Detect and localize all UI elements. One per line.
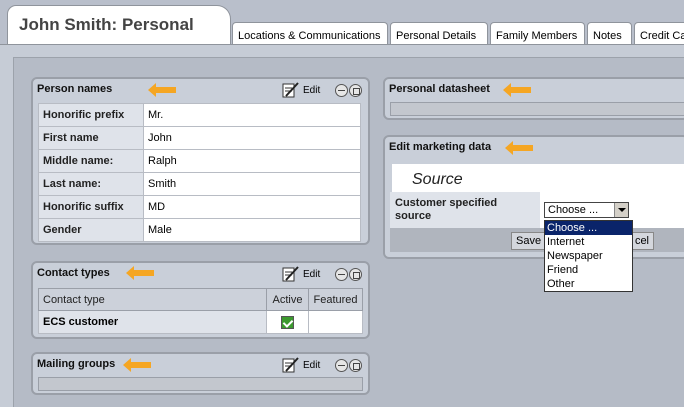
panel-controls: Edit <box>282 357 367 373</box>
edit-button[interactable]: Edit <box>303 269 320 280</box>
arrow-left-icon <box>126 266 154 280</box>
edit-button[interactable]: Edit <box>303 360 320 371</box>
arrow-left-icon <box>123 358 151 372</box>
minimize-icon[interactable] <box>335 359 348 372</box>
panel-title: Personal datasheet <box>389 83 490 95</box>
tab-label: Locations & Communications <box>238 30 381 42</box>
panel-controls: Edit <box>282 82 367 98</box>
field-value: Male <box>143 218 361 242</box>
field-value: John <box>143 126 361 150</box>
column-header: Featured <box>308 288 363 311</box>
panel-title: Person names <box>37 83 113 95</box>
field-value: Smith <box>143 172 361 196</box>
contact-types-table: Contact type Active Featured ECS custome… <box>38 288 363 334</box>
arrow-left-icon <box>148 83 176 97</box>
checkbox-checked-icon[interactable] <box>281 315 294 329</box>
person-names-table: Honorific prefix Mr. First name John Middl… <box>38 103 361 242</box>
source-dropdown-list: Choose ... Internet Newspaper Friend Oth… <box>544 220 633 292</box>
table-row: Last name: Smith <box>38 172 361 196</box>
panel-controls: Edit <box>282 266 367 282</box>
dropdown-option[interactable]: Other <box>545 277 632 291</box>
mailing-groups-empty-row <box>38 377 363 391</box>
tab-locations[interactable]: Locations & Communications <box>232 22 388 44</box>
field-label: Customer specified source <box>395 197 498 222</box>
personal-datasheet-panel: Personal datasheet <box>383 77 684 120</box>
restore-icon[interactable] <box>349 359 362 372</box>
field-label: Middle name: <box>38 149 144 173</box>
tab-credit-card[interactable]: Credit Card <box>634 22 684 44</box>
source-select[interactable]: Choose ... <box>544 202 629 218</box>
edit-icon[interactable] <box>282 266 300 282</box>
mailing-groups-panel: Mailing groups Edit <box>31 352 370 395</box>
table-header-row: Contact type Active Featured <box>38 288 363 311</box>
table-row: Gender Male <box>38 218 361 242</box>
contact-type-cell: ECS customer <box>38 310 267 334</box>
save-button[interactable]: Save <box>511 232 547 250</box>
tab-family-members[interactable]: Family Members <box>490 22 585 44</box>
edit-icon[interactable] <box>282 82 300 98</box>
tab-label: Personal Details <box>396 30 477 42</box>
arrow-left-icon <box>503 83 531 97</box>
dropdown-option[interactable]: Internet <box>545 235 632 249</box>
arrow-left-icon <box>505 141 533 155</box>
tab-notes[interactable]: Notes <box>587 22 632 44</box>
tab-label: Family Members <box>496 30 578 42</box>
panel-title: Contact types <box>37 267 110 279</box>
person-names-panel: Person names Edit Honorific prefix Mr. Fi… <box>31 77 370 245</box>
tab-label: Notes <box>593 30 622 42</box>
featured-cell <box>308 310 363 334</box>
table-row: Honorific suffix MD <box>38 195 361 219</box>
field-label: Honorific suffix <box>38 195 144 219</box>
table-row: ECS customer <box>38 310 363 334</box>
chevron-down-icon[interactable] <box>614 203 628 217</box>
dropdown-option[interactable]: Friend <box>545 263 632 277</box>
dropdown-option[interactable]: Newspaper <box>545 249 632 263</box>
page-title: John Smith: Personal <box>19 15 194 34</box>
field-label: First name <box>38 126 144 150</box>
tab-personal-details[interactable]: Personal Details <box>390 22 488 44</box>
active-cell <box>266 310 309 334</box>
minimize-icon[interactable] <box>335 84 348 97</box>
table-row: Honorific prefix Mr. <box>38 103 361 127</box>
edit-icon[interactable] <box>282 357 300 373</box>
contact-types-panel: Contact types Edit Contact type Active F… <box>31 261 370 339</box>
column-header: Contact type <box>38 288 267 311</box>
minimize-icon[interactable] <box>335 268 348 281</box>
table-row: Middle name: Ralph <box>38 149 361 173</box>
restore-icon[interactable] <box>349 268 362 281</box>
column-header: Active <box>266 288 309 311</box>
field-label: Honorific prefix <box>38 103 144 127</box>
select-value: Choose ... <box>548 204 599 216</box>
field-label: Last name: <box>38 172 144 196</box>
title-tab: John Smith: Personal <box>7 5 231 45</box>
dropdown-option[interactable]: Choose ... <box>545 221 632 235</box>
panel-title: Edit marketing data <box>389 141 492 153</box>
field-value: Mr. <box>143 103 361 127</box>
field-value: Ralph <box>143 149 361 173</box>
section-title: Source <box>412 171 463 188</box>
edit-button[interactable]: Edit <box>303 85 320 96</box>
field-label: Gender <box>38 218 144 242</box>
table-row: First name John <box>38 126 361 150</box>
restore-icon[interactable] <box>349 84 362 97</box>
tab-label: Credit Card <box>640 30 684 42</box>
panel-title: Mailing groups <box>37 358 116 370</box>
datasheet-empty-row <box>390 102 684 116</box>
field-value: MD <box>143 195 361 219</box>
